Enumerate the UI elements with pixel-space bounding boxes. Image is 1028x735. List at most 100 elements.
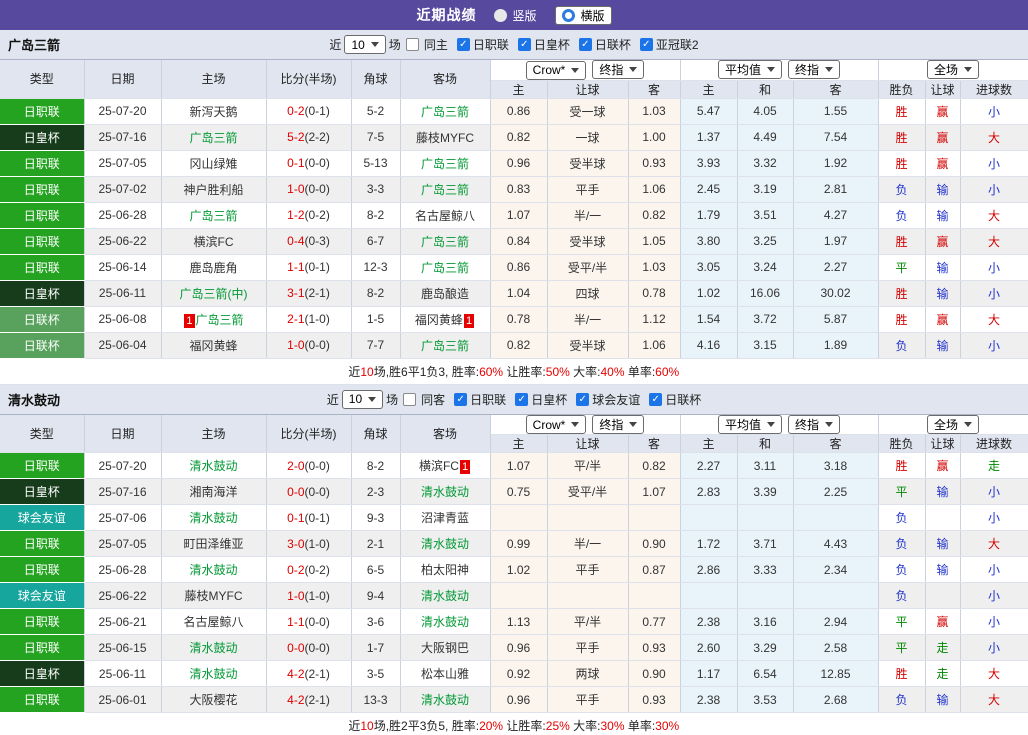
odds-header-5: 客	[793, 80, 879, 99]
league-filter-checkbox-0[interactable]: ✓	[454, 392, 468, 406]
recent-count-select[interactable]: 10	[341, 389, 384, 409]
match-date: 25-06-11	[84, 280, 162, 307]
avg-odds-value: 30.02	[793, 280, 879, 307]
away-team-cell: 松本山雅	[400, 660, 491, 687]
win-loss-result: 平	[878, 608, 926, 635]
chevron-down-icon	[629, 67, 638, 72]
away-team-name: 大阪钢巴	[420, 641, 469, 655]
crow-odds-value: 0.96	[490, 634, 548, 661]
scope-select[interactable]: 全场	[927, 414, 980, 434]
league-filter-checkbox-2[interactable]: ✓	[576, 392, 590, 406]
same-venue-checkbox[interactable]	[405, 38, 419, 51]
crow-odds-value: 受一球	[547, 98, 629, 125]
avg-odds-value: 2.27	[680, 452, 738, 479]
summary-segment: 让胜率:	[503, 364, 546, 379]
scope-select[interactable]: 全场	[927, 60, 980, 79]
league-filter-checkbox-3[interactable]: ✓	[639, 38, 653, 51]
crow-final-select[interactable]: 终指	[592, 414, 645, 434]
result-scope-group: 全场	[878, 60, 1028, 81]
home-team-cell: 鹿岛鹿角	[161, 254, 267, 281]
home-team-name: 大阪樱花	[189, 693, 238, 707]
crow-odds-value: 一球	[547, 124, 629, 151]
avg-odds-value: 3.19	[737, 176, 794, 203]
match-date: 25-06-28	[84, 556, 162, 583]
match-row: 日职联 25-06-14 鹿岛鹿角 1-1(0-1) 12-3 广岛三箭 0.86 受平/半 1…	[0, 254, 1028, 281]
half-time-score: (2-1)	[304, 692, 330, 707]
chevron-down-icon	[629, 421, 638, 427]
home-team-cell: 广岛三箭	[161, 124, 267, 151]
vertical-layout-radio[interactable]: 竖版	[494, 7, 537, 24]
goals-result: 小	[960, 634, 1028, 661]
crow-odds-select[interactable]: Crow*	[525, 415, 587, 434]
away-team-cell: 横滨FC 1	[400, 452, 491, 479]
handicap-result	[925, 504, 961, 531]
corner-count: 6-5	[351, 556, 401, 583]
red-marker-badge: 1	[463, 313, 475, 328]
corner-count: 8-2	[351, 280, 401, 307]
horizontal-layout-radio[interactable]: 横版	[554, 5, 612, 25]
avg-odds-select[interactable]: 平均值	[717, 414, 782, 434]
away-team-cell: 沼津青蓝	[400, 504, 491, 531]
avg-odds-value: 2.58	[793, 634, 879, 661]
avg-odds-value: 6.54	[737, 660, 794, 687]
avg-odds-value: 2.25	[793, 478, 879, 505]
odds-header-7: 让球	[925, 80, 961, 99]
goals-result: 小	[960, 582, 1028, 609]
near-label: 近	[329, 38, 342, 52]
away-team-name: 鹿岛酿造	[420, 286, 469, 301]
half-time-score: (1-0)	[304, 536, 330, 551]
score-cell: 2-1(1-0)	[266, 306, 352, 333]
home-team-cell: 大阪樱花	[161, 686, 267, 713]
away-team-name: 广岛三箭	[420, 182, 469, 197]
league-filter-checkbox-3[interactable]: ✓	[649, 392, 663, 406]
avg-odds-value: 3.15	[737, 332, 794, 359]
home-team-cell: 湘南海洋	[161, 478, 267, 505]
crow-odds-value: 1.12	[628, 306, 681, 333]
home-team-name: 新泻天鹅	[189, 104, 238, 119]
crow-odds-value	[547, 504, 629, 531]
league-type-badge: 日职联	[0, 228, 85, 255]
corner-count: 1-7	[351, 634, 401, 661]
near-label: 近	[326, 392, 339, 407]
summary-segment: 10	[360, 364, 374, 379]
match-row: 日职联 25-07-20 新泻天鹅 0-2(0-1) 5-2 广岛三箭 0.86 受一球 1.0…	[0, 98, 1028, 125]
full-time-score: 0-2	[287, 562, 305, 577]
away-team-cell: 广岛三箭	[400, 228, 491, 255]
crow-final-select[interactable]: 终指	[592, 60, 645, 79]
handicap-result: 输	[925, 686, 961, 713]
summary-text: 近10场,胜6平1负3, 胜率:60% 让胜率:50% 大率:40% 单率:60…	[0, 358, 1028, 385]
corner-count: 5-2	[351, 98, 401, 125]
win-loss-result: 平	[878, 254, 926, 281]
avg-final-select[interactable]: 终指	[788, 60, 841, 79]
table-header-row-selects: 类型 日期 主场 比分(半场) 角球 客场 Crow* 终指 平均值 终指 全场	[0, 60, 1028, 99]
avg-odds-value: 2.38	[680, 608, 738, 635]
league-filter-checkbox-2[interactable]: ✓	[578, 38, 592, 51]
crow-odds-value	[547, 582, 629, 609]
crow-odds-select[interactable]: Crow*	[525, 60, 587, 79]
half-time-score: (0-0)	[304, 182, 330, 196]
match-date: 25-06-22	[84, 582, 162, 609]
away-team-name: 广岛三箭	[420, 234, 469, 249]
league-filter-checkbox-0[interactable]: ✓	[456, 38, 470, 51]
corner-count: 2-3	[351, 478, 401, 505]
league-filter-checkbox-1[interactable]: ✓	[517, 38, 531, 51]
recent-count-select[interactable]: 10	[344, 35, 386, 54]
league-type-badge: 日皇杯	[0, 478, 85, 505]
same-venue-checkbox[interactable]	[403, 392, 417, 406]
full-time-score: 1-2	[287, 208, 305, 222]
full-time-score: 4-2	[287, 692, 305, 707]
filter-controls: 近 10 场同主 ✓ 日职联 ✓ 日皇杯 ✓ 日联杯 ✓ 亚冠联2	[329, 35, 699, 54]
match-row: 日职联 25-07-20 清水鼓动 2-0(0-0) 8-2 横滨FC 1 1.07 平/半 0.…	[0, 452, 1028, 479]
avg-odds-value: 12.85	[793, 660, 879, 687]
recent-count-select-value: 10	[351, 37, 365, 52]
home-team-cell: 清水鼓动	[161, 504, 267, 531]
avg-odds-select[interactable]: 平均值	[717, 60, 782, 79]
match-date: 25-07-20	[84, 98, 162, 125]
win-loss-result: 负	[878, 530, 926, 557]
avg-final-select[interactable]: 终指	[788, 414, 841, 434]
score-cell: 1-2(0-2)	[266, 202, 352, 229]
league-filter-checkbox-1[interactable]: ✓	[515, 392, 529, 406]
crow-odds-value: 1.13	[490, 608, 548, 635]
chevron-down-icon	[825, 67, 834, 73]
win-loss-result: 胜	[878, 452, 926, 479]
